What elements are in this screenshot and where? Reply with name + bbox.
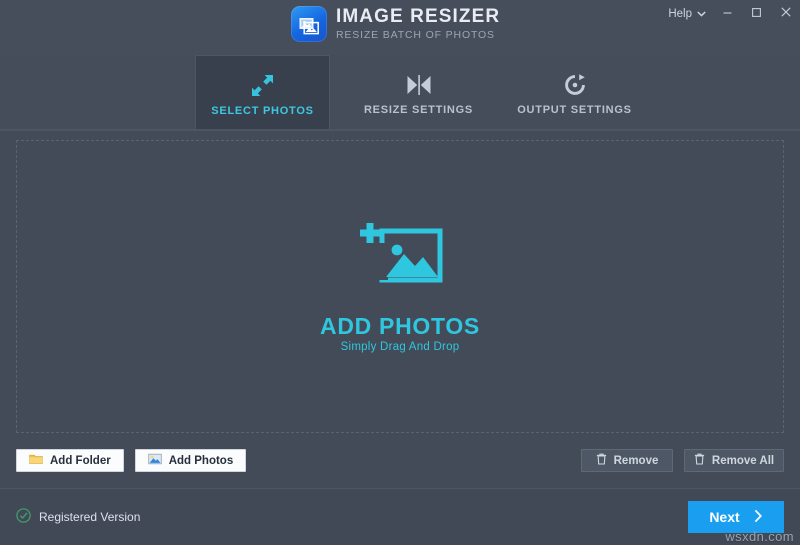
app-subtitle: RESIZE BATCH OF PHOTOS <box>336 29 495 41</box>
tab-label: OUTPUT SETTINGS <box>517 104 632 116</box>
help-menu-label: Help <box>668 8 692 20</box>
compress-horizontal-icon <box>406 72 432 98</box>
folder-icon <box>29 453 43 468</box>
registration-status: Registered Version <box>16 508 140 526</box>
registration-status-label: Registered Version <box>39 510 141 524</box>
tab-output-settings[interactable]: OUTPUT SETTINGS <box>507 55 642 131</box>
add-photos-button[interactable]: Add Photos <box>134 449 247 472</box>
maximize-button[interactable] <box>742 1 771 27</box>
add-photos-label: Add Photos <box>168 454 234 467</box>
tab-label: SELECT PHOTOS <box>211 104 314 117</box>
add-folder-button[interactable]: Add Folder <box>16 449 124 472</box>
image-resizer-window: IMAGE RESIZER RESIZE BATCH OF PHOTOS Hel… <box>0 0 800 545</box>
close-button[interactable] <box>771 1 800 27</box>
rotate-refresh-icon <box>563 72 587 98</box>
add-folder-label: Add Folder <box>50 454 111 467</box>
photo-dropzone[interactable]: ADD PHOTOS Simply Drag And Drop <box>16 140 784 433</box>
remove-all-label: Remove All <box>711 454 775 467</box>
remove-button[interactable]: Remove <box>581 449 673 472</box>
minimize-button[interactable] <box>713 1 742 27</box>
minimize-icon <box>722 5 733 23</box>
window-controls: Help <box>661 0 800 28</box>
tab-resize-settings[interactable]: RESIZE SETTINGS <box>351 55 486 131</box>
app-title: IMAGE RESIZER <box>336 6 501 27</box>
remove-all-button[interactable]: Remove All <box>684 449 784 472</box>
close-icon <box>780 5 792 23</box>
trash-icon <box>694 453 705 468</box>
photo-icon <box>148 453 162 468</box>
main-tab-bar: SELECT PHOTOS RESIZE SETTINGS OUTPUT SET… <box>0 55 800 133</box>
chevron-down-icon <box>697 8 706 20</box>
dropzone-title: ADD PHOTOS <box>320 312 480 339</box>
chevron-right-icon <box>754 509 763 526</box>
app-branding: IMAGE RESIZER RESIZE BATCH OF PHOTOS <box>291 6 500 42</box>
action-button-bar: Add Folder Add Photos Remove Remove All <box>0 433 800 488</box>
photo-stack-icon <box>291 6 327 42</box>
dropzone-subtitle: Simply Drag And Drop <box>340 340 460 353</box>
next-button[interactable]: Next <box>688 501 784 533</box>
title-bar: IMAGE RESIZER RESIZE BATCH OF PHOTOS Hel… <box>0 0 800 55</box>
footer-bar: Registered Version Next wsxdn.com <box>0 488 800 545</box>
expand-arrows-icon <box>250 73 275 99</box>
trash-icon <box>596 453 607 468</box>
check-circle-icon <box>16 508 31 526</box>
main-content: ADD PHOTOS Simply Drag And Drop Add Fold… <box>0 131 800 488</box>
maximize-icon <box>751 5 762 23</box>
remove-label: Remove <box>613 454 659 467</box>
tab-label: RESIZE SETTINGS <box>363 104 474 116</box>
help-menu-button[interactable]: Help <box>661 3 713 25</box>
tab-select-photos[interactable]: SELECT PHOTOS <box>195 55 330 133</box>
next-button-label: Next <box>709 509 740 525</box>
add-photo-icon <box>352 221 448 302</box>
